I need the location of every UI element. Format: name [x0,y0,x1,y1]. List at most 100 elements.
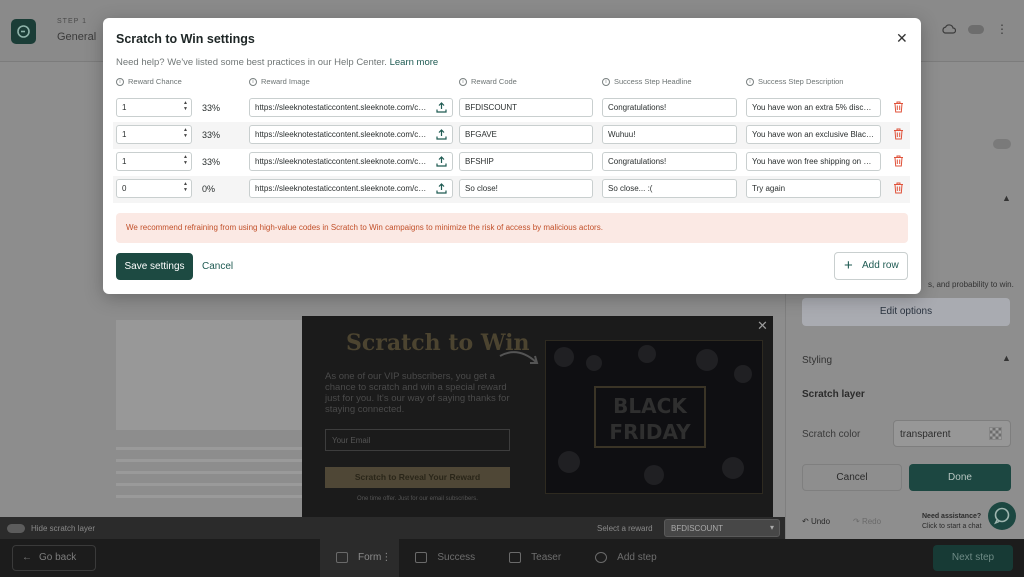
preview-email-field[interactable]: Your Email [325,429,510,451]
tab-success[interactable]: Success [399,539,493,577]
reward-code-input[interactable]: BFSHIP [459,152,593,171]
reward-image-input[interactable]: https://sleeknotestaticcontent.sleeknote… [249,98,453,117]
campaign-preview: ✕ Scratch to Win As one of our VIP subsc… [302,316,773,517]
hide-scratch-label: Hide scratch layer [31,524,96,533]
reward-chance-value: 1 [122,157,127,166]
chevron-up-icon[interactable]: ▲ [1002,353,1011,363]
transparent-swatch-icon[interactable] [989,427,1002,440]
app-logo[interactable] [11,19,36,44]
column-header-label: Reward Image [261,77,310,86]
save-settings-button[interactable]: Save settings [116,253,193,280]
upload-icon[interactable] [436,102,447,113]
hide-scratch-toggle[interactable] [7,524,25,533]
trash-icon[interactable] [893,128,904,140]
info-icon[interactable]: i [602,77,610,86]
undo-button[interactable]: ↶ Undo [802,517,830,526]
reward-code-input[interactable]: BFDISCOUNT [459,98,593,117]
table-row: 1 ▲ ▼ 33% https://sleeknotestaticcontent.s… [113,95,910,122]
more-menu-icon[interactable]: ⋮ [381,539,391,577]
go-back-label: Go back [39,552,77,563]
close-icon[interactable]: ✕ [896,30,908,47]
success-description-input[interactable]: You have won free shipping on your next … [746,152,881,171]
cloud-icon[interactable] [942,24,956,34]
balloon [558,451,580,473]
success-icon [415,552,428,563]
preview-toolbar: Hide scratch layer Select a reward BFDIS… [0,517,785,539]
panel-toggle[interactable] [993,139,1011,149]
teaser-icon [509,552,522,563]
reward-select[interactable]: BFDISCOUNT ▾ [664,519,780,537]
next-step-button[interactable]: Next step [933,545,1013,571]
learn-more-link[interactable]: Learn more [390,57,439,68]
edit-options-button[interactable]: Edit options [802,298,1010,326]
probability-text: s, and probability to win. [928,280,1014,289]
success-headline-input[interactable]: Congratulations! [602,152,737,171]
redo-label: Redo [861,517,882,526]
reward-image-input[interactable]: https://sleeknotestaticcontent.sleeknote… [249,125,453,144]
reward-chance-input[interactable]: 1 ▲ ▼ [116,125,192,144]
success-description-input[interactable]: You have won an extra 5% discount on you… [746,98,881,117]
scratch-color-input[interactable]: transparent [893,420,1011,447]
upload-icon[interactable] [436,129,447,140]
undo-label: Undo [810,517,831,526]
logo-icon [17,25,30,38]
info-icon[interactable]: i [459,77,467,86]
trash-icon[interactable] [893,101,904,113]
reward-image-value: https://sleeknotestaticcontent.sleeknote… [255,157,452,166]
success-headline-input[interactable]: So close... :( [602,179,737,198]
tab-success-label: Success [437,552,476,563]
reward-chance-value: 0 [122,184,127,193]
chevron-up-icon[interactable]: ▲ [1002,193,1011,203]
black-friday-label: BLACK FRIDAY [594,386,706,448]
upload-icon[interactable] [436,156,447,167]
panel-done-button[interactable]: Done [909,464,1011,491]
reward-code-input[interactable]: So close! [459,179,593,198]
reward-image-value: https://sleeknotestaticcontent.sleeknote… [255,184,452,193]
tab-add-step[interactable]: Add step [579,539,674,577]
stepper-icon[interactable]: ▲ ▼ [183,181,188,193]
success-headline-input[interactable]: Congratulations! [602,98,737,117]
step-name[interactable]: General [57,31,96,43]
redo-button[interactable]: ↷ Redo [853,517,881,526]
step-label: STEP 1 [57,18,87,25]
info-icon[interactable]: i [746,77,754,86]
add-row-button[interactable]: + Add row [834,252,908,280]
reward-image-input[interactable]: https://sleeknotestaticcontent.sleeknote… [249,152,453,171]
tab-form[interactable]: Form ⋮ [320,539,400,577]
preview-close-icon[interactable]: ✕ [757,318,768,334]
reward-chance-input[interactable]: 1 ▲ ▼ [116,152,192,171]
success-description-input[interactable]: You have won an exclusive Black Friday g… [746,125,881,144]
panel-cancel-button[interactable]: Cancel [802,464,902,491]
stepper-icon[interactable]: ▲ ▼ [183,154,188,166]
tab-teaser-label: Teaser [531,552,562,563]
tab-teaser[interactable]: Teaser [493,539,579,577]
reward-chance-input[interactable]: 0 ▲ ▼ [116,179,192,198]
stepper-icon[interactable]: ▲ ▼ [183,127,188,139]
black-friday-line1: BLACK [613,394,687,418]
column-header-reward-code: i Reward Code [459,77,517,86]
success-headline-input[interactable]: Wuhuu! [602,125,737,144]
preview-cta-button[interactable]: Scratch to Reveal Your Reward [325,467,510,488]
reward-chance-input[interactable]: 1 ▲ ▼ [116,98,192,117]
assistance-text: Need assistance? Click to start a chat [922,512,982,532]
chat-button[interactable] [988,502,1016,530]
arrow-icon [499,351,539,364]
upload-icon[interactable] [436,183,447,194]
plus-icon: + [844,257,853,274]
more-menu-icon[interactable]: ⋮ [996,23,1008,35]
cancel-button[interactable]: Cancel [202,261,233,272]
balloon [638,345,656,363]
info-icon[interactable]: i [116,77,124,86]
publish-toggle[interactable] [968,24,984,34]
styling-section-label[interactable]: Styling [802,355,832,366]
trash-icon[interactable] [893,182,904,194]
success-description-input[interactable]: Try again [746,179,881,198]
reward-code-input[interactable]: BFGAVE [459,125,593,144]
go-back-button[interactable]: ← Go back [12,545,96,571]
stepper-icon[interactable]: ▲ ▼ [183,100,188,112]
column-header-label: Success Step Description [758,77,844,86]
step-tabs: Form ⋮ Success Teaser Add step [320,539,675,577]
trash-icon[interactable] [893,155,904,167]
info-icon[interactable]: i [249,77,257,86]
reward-image-input[interactable]: https://sleeknotestaticcontent.sleeknote… [249,179,453,198]
